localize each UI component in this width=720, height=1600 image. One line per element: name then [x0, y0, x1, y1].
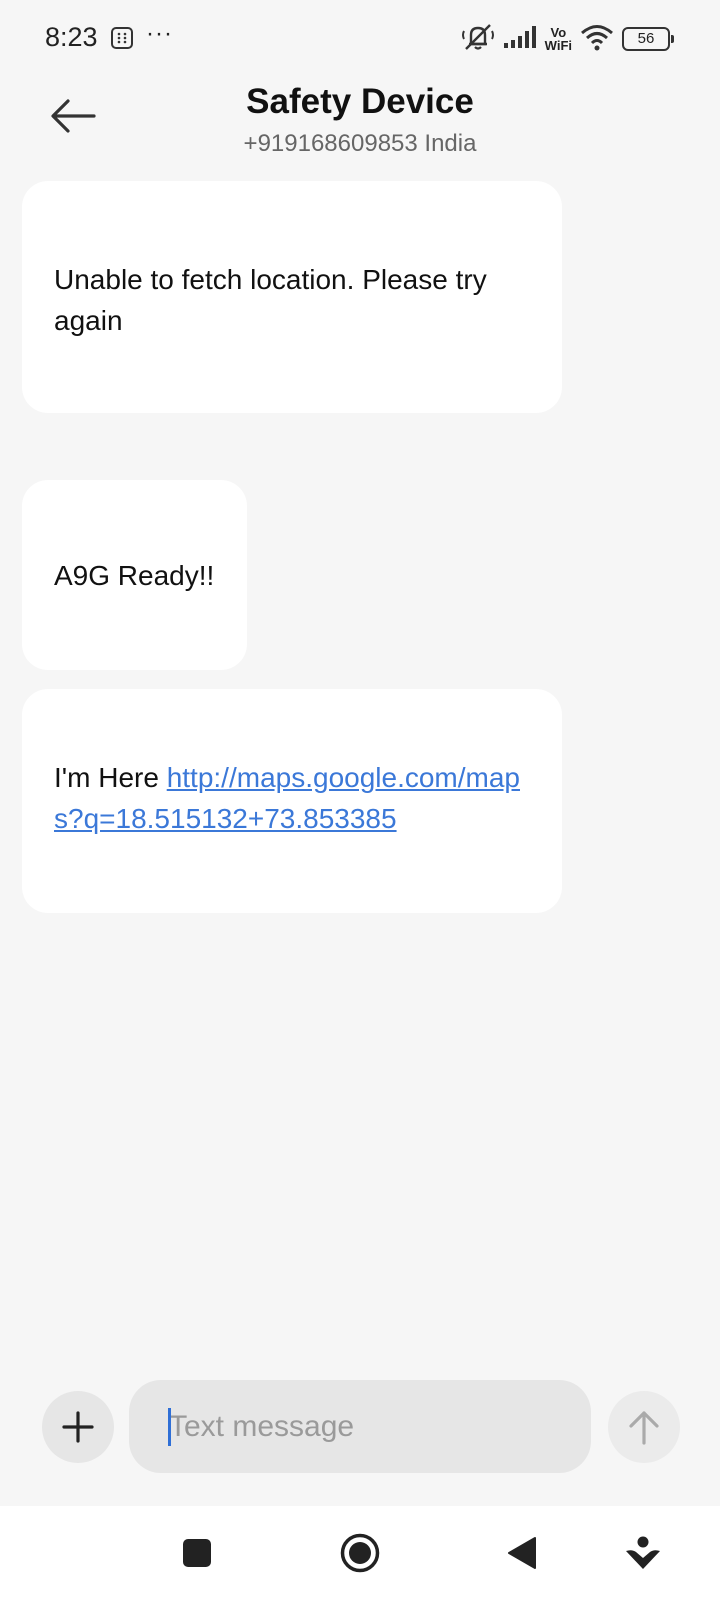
silent-mode-icon [461, 22, 495, 57]
more-notifications-icon: ··· [146, 20, 173, 47]
text-cursor [168, 1408, 171, 1446]
plus-icon [62, 1411, 94, 1443]
contact-name: Safety Device [246, 82, 474, 121]
conversation-header: Safety Device +919168609853 India [0, 78, 720, 170]
messaging-screen: 8:23 ··· Vo WiFi 56 Safety Device +91916… [0, 0, 720, 1600]
back-nav-button[interactable] [497, 1528, 547, 1578]
notification-app-icon [110, 26, 134, 50]
message-bubble[interactable]: A9G Ready!! [22, 480, 247, 670]
home-button[interactable] [335, 1528, 385, 1578]
message-text: A9G Ready!! [54, 560, 215, 591]
message-text: I'm Here [54, 762, 167, 793]
recents-button[interactable] [172, 1528, 222, 1578]
triangle-icon [508, 1537, 536, 1569]
message-input[interactable] [129, 1380, 591, 1473]
person-icon [626, 1536, 660, 1569]
message-text: Unable to fetch location. Please try aga… [54, 264, 487, 336]
contact-number: +919168609853 India [243, 130, 477, 157]
status-time: 8:23 [45, 22, 98, 52]
compose-bar [0, 1380, 720, 1474]
signal-strength-icon [503, 25, 537, 54]
arrow-up-icon [629, 1411, 659, 1445]
message-bubble[interactable]: Unable to fetch location. Please try aga… [22, 181, 562, 413]
vowifi-indicator: Vo WiFi [545, 26, 572, 52]
status-bar: 8:23 ··· Vo WiFi 56 [0, 0, 720, 78]
battery-indicator: 56 [622, 27, 674, 51]
status-icons: Vo WiFi 56 [461, 22, 674, 57]
send-button[interactable] [608, 1391, 680, 1463]
assistant-button[interactable] [618, 1528, 668, 1578]
system-navigation-bar [0, 1506, 720, 1600]
square-icon [183, 1539, 211, 1567]
message-bubble[interactable]: I'm Here http://maps.google.com/maps?q=1… [22, 689, 562, 913]
circle-icon [340, 1533, 380, 1573]
wifi-icon [580, 23, 614, 56]
vowifi-bottom-text: WiFi [544, 38, 572, 53]
add-attachment-button[interactable] [42, 1391, 114, 1463]
